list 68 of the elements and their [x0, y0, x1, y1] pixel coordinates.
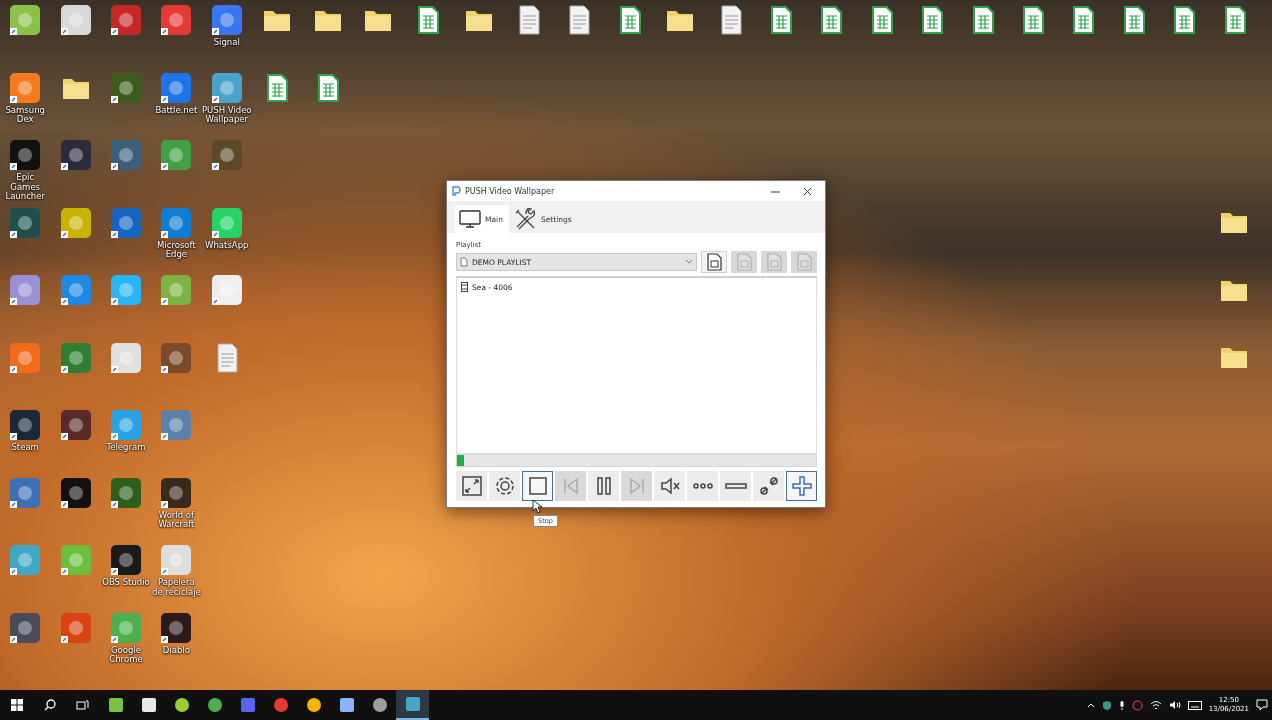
app-icon[interactable] [9, 206, 42, 239]
app-icon[interactable] [160, 611, 193, 644]
shortcut-label[interactable]: Samsung Dex [0, 105, 51, 125]
film-icon [461, 282, 468, 292]
shortcut-label[interactable]: Battle.net [151, 105, 202, 115]
speaker-icon[interactable] [1168, 700, 1181, 710]
document-icon [460, 257, 468, 267]
minus-button[interactable] [720, 471, 751, 501]
tools-icon [513, 208, 538, 230]
app-icon[interactable] [210, 4, 243, 36]
app-icon[interactable] [160, 4, 193, 36]
app-icon[interactable] [210, 139, 243, 171]
windows-logo-icon [10, 699, 23, 711]
plus-icon [789, 474, 814, 498]
chevron-up-icon[interactable] [1086, 702, 1095, 708]
task-view-icon [76, 699, 89, 711]
mute-button[interactable] [654, 471, 685, 501]
shield-icon[interactable] [1101, 699, 1112, 711]
shortcut-label[interactable]: WhatsApp [201, 240, 252, 250]
keyboard-icon[interactable] [1187, 700, 1202, 710]
notification-icon[interactable] [1256, 699, 1268, 711]
fullscreen-icon [459, 474, 484, 498]
shortcut-label[interactable]: Microsoft Edge [151, 240, 202, 260]
pause-button[interactable] [588, 471, 619, 501]
circle-icon[interactable] [1131, 699, 1143, 711]
app-icon[interactable] [109, 139, 142, 171]
file-icon [736, 253, 752, 271]
app-icon[interactable] [9, 409, 42, 441]
fullscreen-button[interactable] [456, 471, 487, 501]
app-icon[interactable] [109, 544, 142, 576]
app-icon[interactable] [160, 139, 193, 171]
file-icon [766, 253, 782, 271]
app-icon[interactable] [59, 409, 92, 441]
app-icon[interactable] [160, 476, 193, 509]
add-button[interactable] [786, 471, 817, 501]
app-icon[interactable] [9, 4, 42, 36]
app-logo-icon [451, 186, 461, 196]
search-icon [43, 699, 56, 711]
app-icon[interactable] [109, 4, 142, 36]
app-icon[interactable] [160, 71, 193, 104]
app-icon[interactable] [59, 139, 92, 171]
file-icon [796, 253, 812, 271]
microphone-icon[interactable] [1118, 699, 1125, 711]
app-icon[interactable] [160, 341, 193, 374]
app-icon[interactable] [9, 611, 42, 644]
network-icon[interactable] [1149, 700, 1162, 710]
app-icon[interactable] [9, 139, 42, 171]
stop-button[interactable] [522, 471, 553, 501]
shortcut-label[interactable]: Epic Games Launcher [0, 173, 51, 202]
shortcut-label[interactable]: PUSH Video Wallpaper [201, 105, 252, 125]
caret-icon [685, 259, 693, 265]
playlist-button[interactable] [701, 251, 727, 273]
more-button[interactable] [687, 471, 718, 501]
app-icon[interactable] [9, 71, 42, 104]
link-button[interactable] [753, 471, 784, 501]
app-icon[interactable] [59, 274, 92, 306]
minus-icon [724, 483, 747, 489]
window-title: PUSH Video Wallpaper [465, 186, 556, 196]
app-icon[interactable] [59, 4, 92, 36]
file-icon [706, 253, 722, 271]
app-icon[interactable] [160, 206, 193, 239]
shortcut-label[interactable]: Steam [0, 443, 51, 453]
shortcut-label[interactable]: Signal [201, 38, 252, 48]
settings-button[interactable] [489, 471, 520, 501]
more-icon [692, 483, 713, 489]
monitor-icon [458, 209, 482, 229]
close-icon [802, 186, 812, 196]
app-icon[interactable] [9, 274, 42, 306]
